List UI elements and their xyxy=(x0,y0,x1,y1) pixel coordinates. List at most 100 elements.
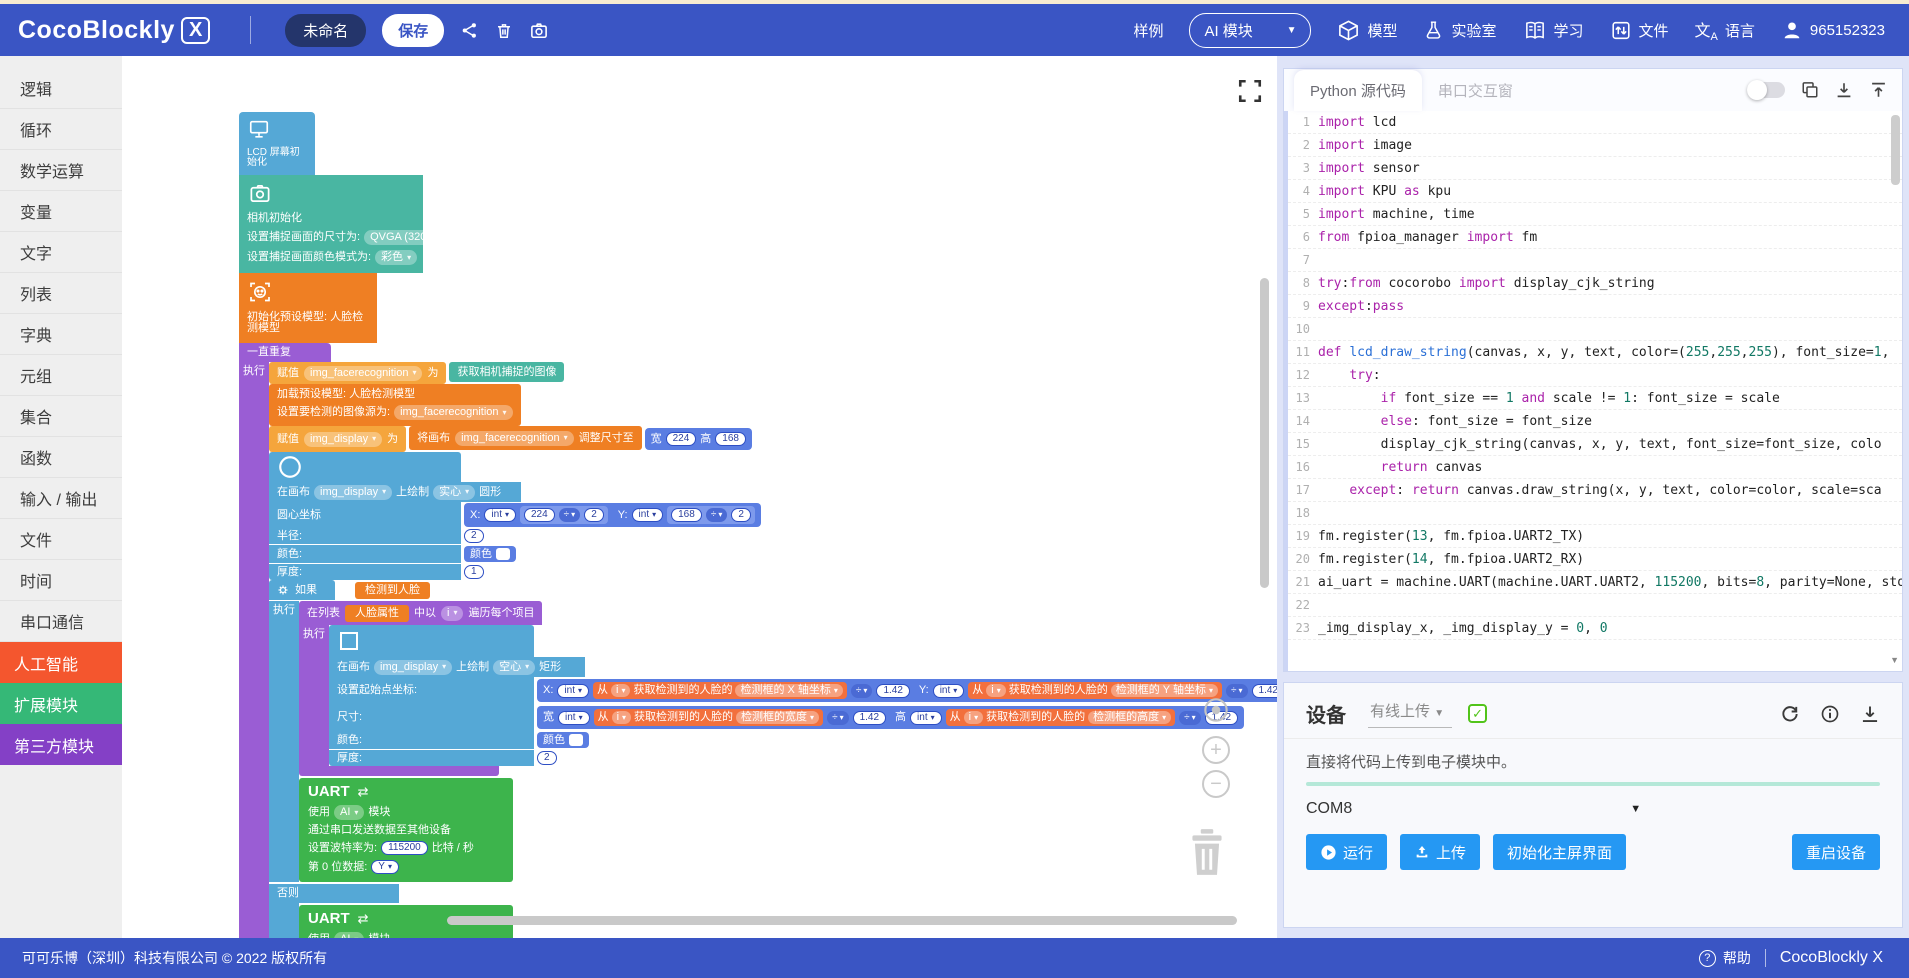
code-line[interactable]: 20fm.register(14, fm.fpioa.UART2_RX) xyxy=(1288,548,1902,571)
int-cast-dropdown[interactable]: int xyxy=(910,711,942,725)
block-if-face-detected[interactable]: 如果 检测到人脸 执行 xyxy=(269,580,1277,938)
code-line[interactable]: 8try:from cocorobo import display_cjk_st… xyxy=(1288,272,1902,295)
nav-model[interactable]: 模型 xyxy=(1337,19,1397,42)
thickness-input[interactable]: 1 xyxy=(464,565,484,579)
nav-samples[interactable]: 样例 xyxy=(1133,20,1163,41)
block-forever-loop[interactable]: 一直重复 执行 赋值 img_facerecognition 为 获 xyxy=(239,343,1277,938)
operator-dropdown[interactable]: ÷ xyxy=(827,711,849,725)
vertical-scrollbar[interactable] xyxy=(1260,278,1269,588)
camera-colormode-dropdown[interactable]: 彩色 xyxy=(375,250,417,265)
sidebar-category-0[interactable]: 逻辑 xyxy=(0,68,122,109)
variable-dropdown[interactable]: img_facerecognition xyxy=(304,366,422,381)
sidebar-category-2[interactable]: 数学运算 xyxy=(0,150,122,191)
fill-style-dropdown[interactable]: 实心 xyxy=(433,485,475,500)
int-cast-dropdown[interactable]: int xyxy=(557,684,589,698)
restart-device-button[interactable]: 重启设备 xyxy=(1792,834,1880,870)
int-cast-dropdown[interactable]: int xyxy=(632,508,664,522)
tab-python-source[interactable]: Python 源代码 xyxy=(1294,70,1422,111)
sidebar-category-5[interactable]: 列表 xyxy=(0,273,122,314)
download-firmware-icon[interactable] xyxy=(1860,704,1880,724)
operator-dropdown[interactable]: ÷ xyxy=(559,508,581,522)
code-line[interactable]: 16 return canvas xyxy=(1288,456,1902,479)
init-home-screen-button[interactable]: 初始化主屏界面 xyxy=(1493,834,1626,870)
horizontal-scrollbar[interactable] xyxy=(447,916,1237,925)
refresh-icon[interactable] xyxy=(1780,704,1800,724)
copy-icon[interactable] xyxy=(1801,81,1819,99)
upload-mode-dropdown[interactable]: 有线上传 ▼ xyxy=(1368,700,1452,728)
upload-button[interactable]: 上传 xyxy=(1400,834,1480,870)
code-line[interactable]: 19fm.register(13, fm.fpioa.UART2_TX) xyxy=(1288,525,1902,548)
trash-icon[interactable] xyxy=(1182,824,1232,880)
factor-input[interactable]: 1.42 xyxy=(853,711,886,725)
sidebar-category-3[interactable]: 变量 xyxy=(0,191,122,232)
sidebar-category-7[interactable]: 元组 xyxy=(0,355,122,396)
share-icon[interactable] xyxy=(460,21,479,40)
block-foreach-face[interactable]: 在列表 人脸属性 中以 i 遍历每个项目 执行 xyxy=(299,601,1277,776)
operator-dropdown[interactable]: ÷ xyxy=(851,684,873,698)
uart-data-input[interactable]: Y xyxy=(371,860,399,874)
color-swatch[interactable] xyxy=(569,734,583,746)
canvas-dropdown[interactable]: img_display xyxy=(314,485,392,500)
code-line[interactable]: 2import image xyxy=(1288,134,1902,157)
camera-size-dropdown[interactable]: QVGA (320*240) xyxy=(364,230,467,245)
nav-learn[interactable]: 学习 xyxy=(1523,19,1584,42)
code-line[interactable]: 1import lcd xyxy=(1288,111,1902,134)
image-source-dropdown[interactable]: img_facerecognition xyxy=(394,405,512,420)
block-lcd-init[interactable]: LCD 屏幕初始化 xyxy=(239,112,315,175)
code-line[interactable]: 14 else: font_size = font_size xyxy=(1288,410,1902,433)
sidebar-category-12[interactable]: 时间 xyxy=(0,560,122,601)
code-line[interactable]: 17 except: return canvas.draw_string(x, … xyxy=(1288,479,1902,502)
sidebar-category-8[interactable]: 集合 xyxy=(0,396,122,437)
block-model-init[interactable]: 初始化预设模型: 人脸检测模型 xyxy=(239,273,377,343)
baud-rate-input[interactable]: 115200 xyxy=(381,841,428,855)
code-line[interactable]: 15 display_cjk_string(canvas, x, y, text… xyxy=(1288,433,1902,456)
code-line[interactable]: 4import KPU as kpu xyxy=(1288,180,1902,203)
face-detected-condition[interactable]: 检测到人脸 xyxy=(355,582,430,599)
code-line[interactable]: 23_img_display_x, _img_display_y = 0, 0 xyxy=(1288,617,1902,640)
tab-serial-console[interactable]: 串口交互窗 xyxy=(1422,70,1529,111)
variable-dropdown[interactable]: img_display xyxy=(304,432,382,447)
block-get-camera-image[interactable]: 获取相机捕捉的图像 xyxy=(449,362,564,382)
int-cast-dropdown[interactable]: int xyxy=(933,684,965,698)
factor-input[interactable]: 1.42 xyxy=(876,684,909,698)
nav-files[interactable]: 文件 xyxy=(1610,19,1669,42)
uart-module-dropdown[interactable]: AI xyxy=(334,805,364,820)
face-prop-dropdown[interactable]: 检测框的宽度 xyxy=(736,711,819,724)
get-face-prop-x[interactable]: 从 i 获取检测到的人脸的 检测框的 X 轴坐标 xyxy=(593,682,847,699)
block-assign-facerecognition[interactable]: 赋值 img_facerecognition 为 获取相机捕捉的图像 xyxy=(269,362,1277,384)
face-prop-dropdown[interactable]: 检测框的高度 xyxy=(1088,711,1171,724)
code-line[interactable]: 21ai_uart = machine.UART(machine.UART.UA… xyxy=(1288,571,1902,594)
face-prop-dropdown[interactable]: 检测框的 X 轴坐标 xyxy=(735,684,842,697)
code-line[interactable]: 13 if font_size == 1 and scale != 1: fon… xyxy=(1288,387,1902,410)
number-input[interactable]: 2 xyxy=(731,508,751,522)
canvas-dropdown[interactable]: img_facerecognition xyxy=(455,431,573,446)
block-load-model[interactable]: 加载预设模型: 人脸检测模型 设置要检测的图像源为: img_facerecog… xyxy=(269,384,521,426)
block-draw-rect[interactable]: 在画布 img_display 上绘制 空心 矩形 xyxy=(329,625,1277,766)
zoom-in-button[interactable]: + xyxy=(1202,736,1230,764)
code-editor[interactable]: 1import lcd2import image3import sensor4i… xyxy=(1284,111,1902,671)
download-code-icon[interactable] xyxy=(1835,81,1853,99)
sidebar-category-11[interactable]: 文件 xyxy=(0,519,122,560)
color-picker-block[interactable]: 颜色 xyxy=(537,732,589,748)
info-icon[interactable] xyxy=(1820,704,1840,724)
radius-input[interactable]: 2 xyxy=(464,529,484,543)
code-scrollbar[interactable] xyxy=(1891,115,1900,185)
sidebar-category-9[interactable]: 函数 xyxy=(0,437,122,478)
zoom-reset-target[interactable] xyxy=(1200,694,1232,726)
code-line[interactable]: 3import sensor xyxy=(1288,157,1902,180)
delete-icon[interactable] xyxy=(495,21,513,40)
user-account[interactable]: 965152323 xyxy=(1781,19,1885,41)
fullscreen-icon[interactable] xyxy=(1237,78,1263,104)
sidebar-category-special-1[interactable]: 扩展模块 xyxy=(0,683,122,724)
number-input[interactable]: 168 xyxy=(671,508,702,522)
if-mutator-gear-icon[interactable] xyxy=(277,584,289,596)
zoom-out-button[interactable]: − xyxy=(1202,770,1230,798)
code-line[interactable]: 22 xyxy=(1288,594,1902,617)
com-port-select[interactable]: COM8 ▼ xyxy=(1284,786,1902,818)
get-face-prop-y[interactable]: 从 i 获取检测到的人脸的 检测框的 Y 轴坐标 xyxy=(968,682,1222,699)
int-cast-dropdown[interactable]: int xyxy=(558,711,590,725)
sidebar-category-13[interactable]: 串口通信 xyxy=(0,601,122,642)
code-line[interactable]: 11def lcd_draw_string(canvas, x, y, text… xyxy=(1288,341,1902,364)
code-line[interactable]: 9except:pass xyxy=(1288,295,1902,318)
code-line[interactable]: 7 xyxy=(1288,249,1902,272)
